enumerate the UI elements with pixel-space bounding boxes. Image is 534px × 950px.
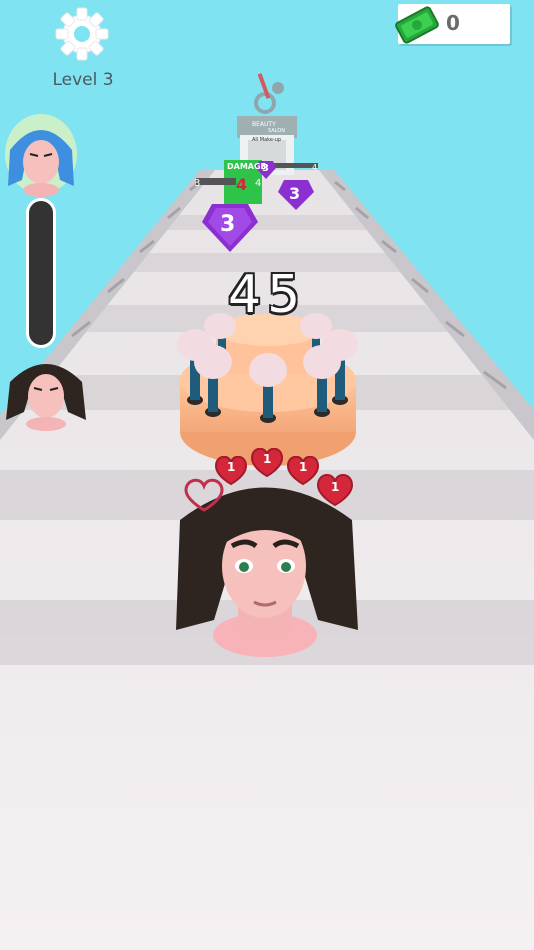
gear-icon <box>55 7 109 61</box>
gate-right-value: 4 <box>255 178 262 189</box>
game-scene: 3 3 3 3 4 DAMAGE 4 4 BEAUTY SALON All Ma… <box>0 0 534 950</box>
score-counter: 45 <box>228 265 307 325</box>
gem-pickup: 3 <box>278 178 314 212</box>
salon-title: BEAUTY <box>252 121 276 128</box>
progress-bar <box>26 198 56 348</box>
gate-label: DAMAGE <box>227 162 267 171</box>
level-label: Level 3 <box>52 70 114 90</box>
brush-holder <box>177 313 358 466</box>
target-avatar <box>4 110 78 198</box>
heart-badge: 1 <box>286 455 320 491</box>
settings-button[interactable] <box>54 6 110 62</box>
salon-subtitle: SALON <box>268 128 285 134</box>
gem-pickup: 3 <box>202 200 258 254</box>
gem-value: 3 <box>220 212 236 237</box>
heart-value: 1 <box>331 480 340 494</box>
heart-value: 1 <box>299 460 308 474</box>
heart-badge: 1 <box>214 455 248 491</box>
current-avatar <box>4 346 88 432</box>
heart-badge: 1 <box>316 474 354 513</box>
heart-badge: 1 <box>250 447 284 483</box>
gem-value: 3 <box>289 184 301 203</box>
money-bill-icon <box>392 2 442 48</box>
gate-left-value: 3 <box>194 178 201 189</box>
heart-value: 1 <box>263 452 272 466</box>
money-value: 0 <box>446 11 460 35</box>
gate-value: 4 <box>312 163 318 172</box>
salon-menu: All Make-up <box>252 137 282 143</box>
heart-value: 1 <box>227 460 236 474</box>
power-value: 4 <box>236 175 248 194</box>
